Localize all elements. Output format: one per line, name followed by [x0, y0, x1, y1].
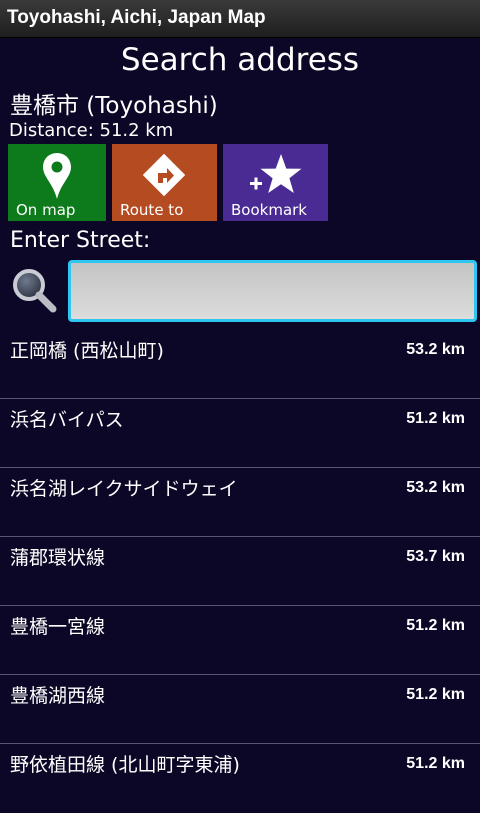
route-to-button[interactable]: Route to	[112, 144, 217, 221]
title-bar: Toyohashi, Aichi, Japan Map	[0, 0, 480, 38]
street-name: 浜名バイパス	[10, 409, 124, 431]
list-item[interactable]: 蒲郡環状線 53.7 km	[0, 537, 480, 606]
on-map-label: On map	[16, 201, 76, 219]
street-search-input[interactable]	[68, 260, 477, 322]
street-distance: 53.2 km	[406, 341, 465, 358]
map-pin-icon	[43, 153, 71, 199]
route-sign-icon	[142, 153, 186, 197]
bookmark-button[interactable]: Bookmark	[223, 144, 328, 221]
street-label: Enter Street:	[10, 228, 151, 253]
street-distance: 51.2 km	[406, 755, 465, 772]
route-to-label: Route to	[120, 201, 184, 219]
street-distance: 51.2 km	[406, 686, 465, 703]
list-item[interactable]: 豊橋湖西線 51.2 km	[0, 675, 480, 744]
street-name: 蒲郡環状線	[10, 547, 106, 569]
street-distance: 51.2 km	[406, 410, 465, 427]
street-name: 正岡橋 (西松山町)	[10, 340, 164, 362]
window-title: Toyohashi, Aichi, Japan Map	[7, 7, 266, 28]
page-title: Search address	[120, 42, 360, 78]
city-name: 豊橋市 (Toyohashi)	[10, 93, 218, 119]
street-name: 野依植田線 (北山町字東浦)	[10, 754, 240, 776]
list-item[interactable]: 豊橋一宮線 51.2 km	[0, 606, 480, 675]
street-name: 豊橋一宮線	[10, 616, 106, 638]
star-plus-icon	[250, 154, 302, 193]
street-name: 浜名湖レイクサイドウェイ	[10, 478, 238, 500]
list-item[interactable]: 野依植田線 (北山町字東浦) 51.2 km	[0, 744, 480, 813]
list-item[interactable]: 浜名バイパス 51.2 km	[0, 399, 480, 468]
search-icon[interactable]	[10, 266, 58, 314]
street-distance: 53.7 km	[406, 548, 465, 565]
street-list: 正岡橋 (西松山町) 53.2 km 浜名バイパス 51.2 km 浜名湖レイク…	[0, 330, 480, 813]
city-distance: Distance: 51.2 km	[9, 120, 174, 141]
on-map-button[interactable]: On map	[8, 144, 106, 221]
street-distance: 53.2 km	[406, 479, 465, 496]
list-item[interactable]: 浜名湖レイクサイドウェイ 53.2 km	[0, 468, 480, 537]
bookmark-label: Bookmark	[231, 201, 307, 219]
street-name: 豊橋湖西線	[10, 685, 106, 707]
street-distance: 51.2 km	[406, 617, 465, 634]
list-item[interactable]: 正岡橋 (西松山町) 53.2 km	[0, 330, 480, 399]
